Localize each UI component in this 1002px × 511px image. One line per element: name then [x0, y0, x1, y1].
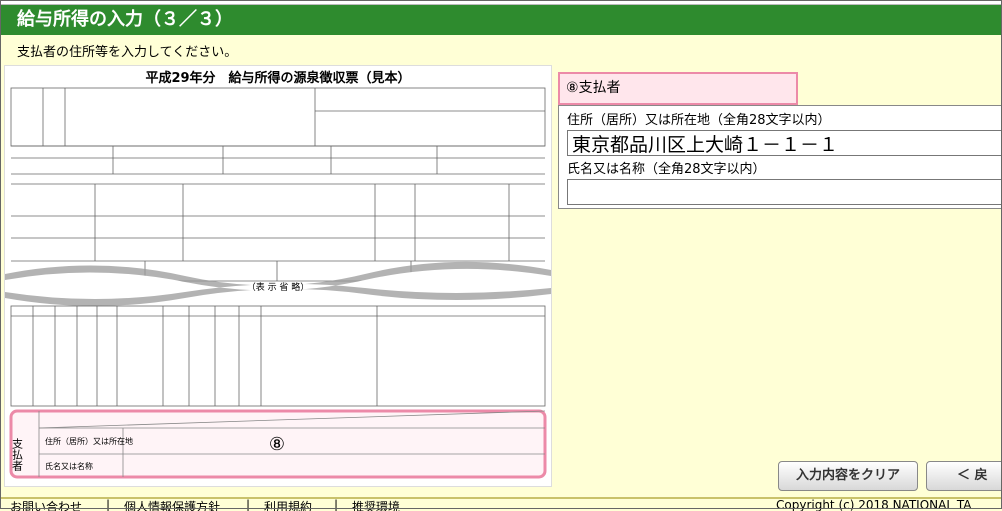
withholding-slip-sample-image: 平成29年分 給与所得の源泉徴収票（見本） （表 示 省 略） 支払者 住所（居…	[4, 65, 552, 487]
address-label: 住所（居所）又は所在地（全角28文字以内）	[567, 113, 831, 128]
instruction-text: 支払者の住所等を入力してください。	[17, 45, 238, 60]
omitted-label: （表 示 省 略）	[247, 281, 310, 293]
page-title: 給与所得の入力（３／３）	[0, 5, 1002, 35]
slip-heading: 平成29年分 給与所得の源泉徴収票（見本）	[145, 70, 410, 86]
footer-link-terms[interactable]: 利用規約	[264, 499, 312, 511]
payer-tag-label: 支払者	[578, 80, 621, 96]
clear-input-button[interactable]: 入力内容をクリア	[778, 461, 918, 491]
footer-separator: |	[246, 498, 251, 511]
payer-input-panel: 住所（居所）又は所在地（全角28文字以内） 氏名又は名称（全角28文字以内）	[558, 105, 1002, 209]
slip-payer-label: 支払者	[11, 438, 24, 472]
footer-link-contact[interactable]: お問い合わせ	[10, 499, 82, 511]
circled-number-8: ⑧	[566, 80, 579, 96]
footer-link-environment[interactable]: 推奨環境	[352, 499, 400, 511]
back-button[interactable]: ＜ 戻	[926, 461, 1002, 491]
footer-separator: |	[106, 498, 111, 511]
slip-address-row-label: 住所（居所）又は所在地	[45, 436, 133, 446]
footer-separator: |	[334, 498, 339, 511]
slip-circled-number: ⑧	[269, 434, 285, 455]
slip-name-row-label: 氏名又は名称	[45, 461, 93, 471]
address-input[interactable]	[567, 130, 1002, 156]
name-label: 氏名又は名称（全角28文字以内）	[567, 162, 766, 177]
payer-section-tag: ⑧支払者	[558, 72, 798, 105]
footer-link-privacy[interactable]: 個人情報保護方針	[124, 499, 220, 511]
name-input[interactable]	[567, 179, 1002, 205]
main-content: 支払者の住所等を入力してください。 平成29年分 給与所得の源泉徴収票（見本）	[0, 35, 1002, 497]
copyright-text: Copyright (c) 2018 NATIONAL TA	[776, 498, 972, 511]
